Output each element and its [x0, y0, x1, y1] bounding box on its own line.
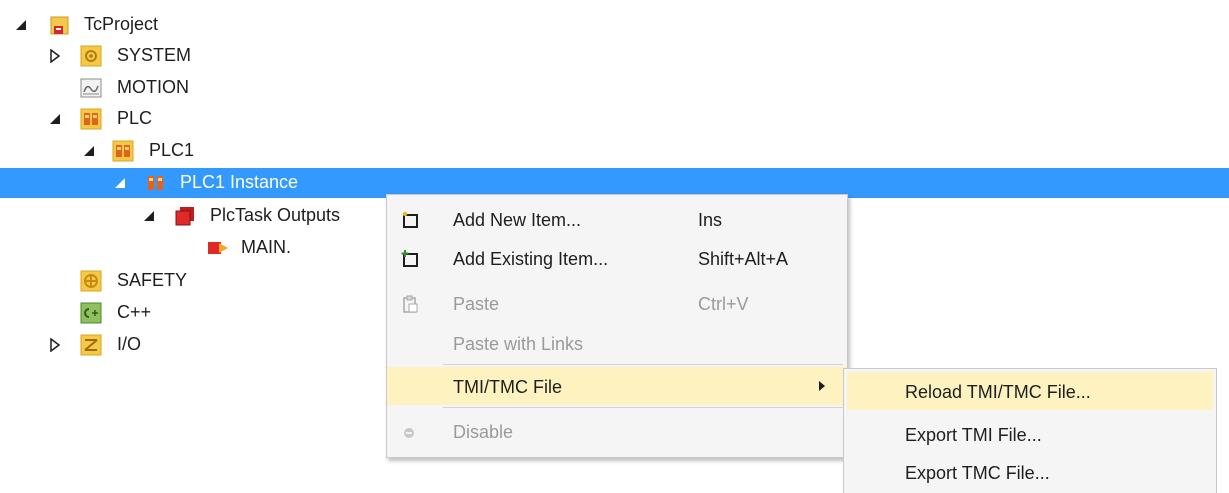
tree-item-label: I/O: [117, 334, 142, 354]
tree-item-label: PLC1 Instance: [180, 172, 299, 192]
plc-instance-icon: [148, 176, 163, 190]
menu-item-label: Export TMC File...: [905, 463, 1050, 483]
tree-item-system[interactable]: SYSTEM: [0, 41, 1229, 71]
menu-item-tmi-tmc-file[interactable]: TMI/TMC File: [387, 367, 847, 405]
plctask-outputs-icon: [175, 207, 194, 226]
io-icon: [80, 334, 102, 356]
disable-icon: [404, 428, 414, 438]
paste-icon: [403, 295, 418, 313]
tree-item-motion[interactable]: MOTION: [0, 73, 1229, 103]
add-new-item-icon: [402, 211, 418, 228]
expanded-arrow-icon[interactable]: [82, 144, 96, 158]
expanded-arrow-icon[interactable]: [142, 209, 156, 223]
tree-item-plc[interactable]: PLC: [0, 104, 1229, 134]
tree-item-plc1[interactable]: PLC1: [0, 136, 1229, 166]
context-menu: Add New Item... Ins Add Existing Item...…: [386, 194, 848, 458]
tree-item-label: PLC1: [149, 140, 195, 160]
submenu-arrow-icon: [819, 381, 825, 391]
menu-item-label: Disable: [453, 422, 514, 442]
tree-item-label: TcProject: [84, 14, 159, 34]
menu-item-label: Paste: [453, 294, 500, 314]
tree-item-label: C++: [117, 302, 152, 322]
menu-item-paste-with-links[interactable]: Paste with Links: [387, 324, 847, 362]
menu-item-label: Paste with Links: [453, 334, 584, 354]
tmi-tmc-submenu: Reload TMI/TMC File... Export TMI File..…: [843, 368, 1217, 493]
plc-icon: [80, 108, 102, 130]
tree-item-label: MOTION: [117, 77, 189, 97]
system-icon: [80, 45, 102, 67]
project-icon: [50, 16, 69, 35]
menu-item-label: Reload TMI/TMC File...: [905, 382, 1091, 402]
tree-item-label: MAIN.: [241, 237, 292, 257]
collapsed-arrow-icon[interactable]: [48, 338, 62, 352]
tree-item-label: PLC: [117, 108, 153, 128]
menu-item-disable[interactable]: Disable: [387, 412, 847, 450]
motion-icon: [80, 78, 102, 98]
tree-item-label: SAFETY: [117, 270, 188, 290]
menu-separator: [443, 364, 843, 365]
menu-item-paste[interactable]: Paste Ctrl+V: [387, 284, 847, 322]
tree-item-label: PlcTask Outputs: [210, 205, 341, 225]
collapsed-arrow-icon[interactable]: [48, 49, 62, 63]
cpp-icon: [80, 302, 102, 324]
menu-item-shortcut: Ctrl+V: [698, 294, 749, 314]
plc-project-icon: [112, 140, 134, 162]
menu-item-export-tmc-file[interactable]: Export TMC File...: [844, 453, 1216, 491]
expanded-arrow-icon[interactable]: [113, 176, 127, 190]
menu-item-label: Add New Item...: [453, 210, 582, 230]
expanded-arrow-icon[interactable]: [14, 18, 28, 32]
menu-item-add-existing-item[interactable]: Add Existing Item... Shift+Alt+A: [387, 239, 847, 277]
menu-item-label: Export TMI File...: [905, 425, 1042, 445]
add-existing-item-icon: [401, 250, 418, 267]
menu-item-label: TMI/TMC File: [453, 377, 562, 397]
menu-item-add-new-item[interactable]: Add New Item... Ins: [387, 200, 847, 238]
menu-item-reload-tmi-tmc-file[interactable]: Reload TMI/TMC File...: [847, 372, 1213, 410]
tree-item-label: SYSTEM: [117, 45, 192, 65]
menu-item-export-tmi-file[interactable]: Export TMI File...: [844, 415, 1216, 453]
menu-separator: [443, 407, 843, 408]
tree-item-tcproject[interactable]: TcProject: [0, 10, 1229, 40]
menu-item-shortcut: Ins: [698, 210, 723, 230]
menu-item-label: Add Existing Item...: [453, 249, 609, 269]
menu-item-shortcut: Shift+Alt+A: [698, 249, 789, 269]
output-variable-icon: [208, 242, 228, 254]
safety-icon: [80, 270, 102, 292]
expanded-arrow-icon[interactable]: [48, 112, 62, 126]
